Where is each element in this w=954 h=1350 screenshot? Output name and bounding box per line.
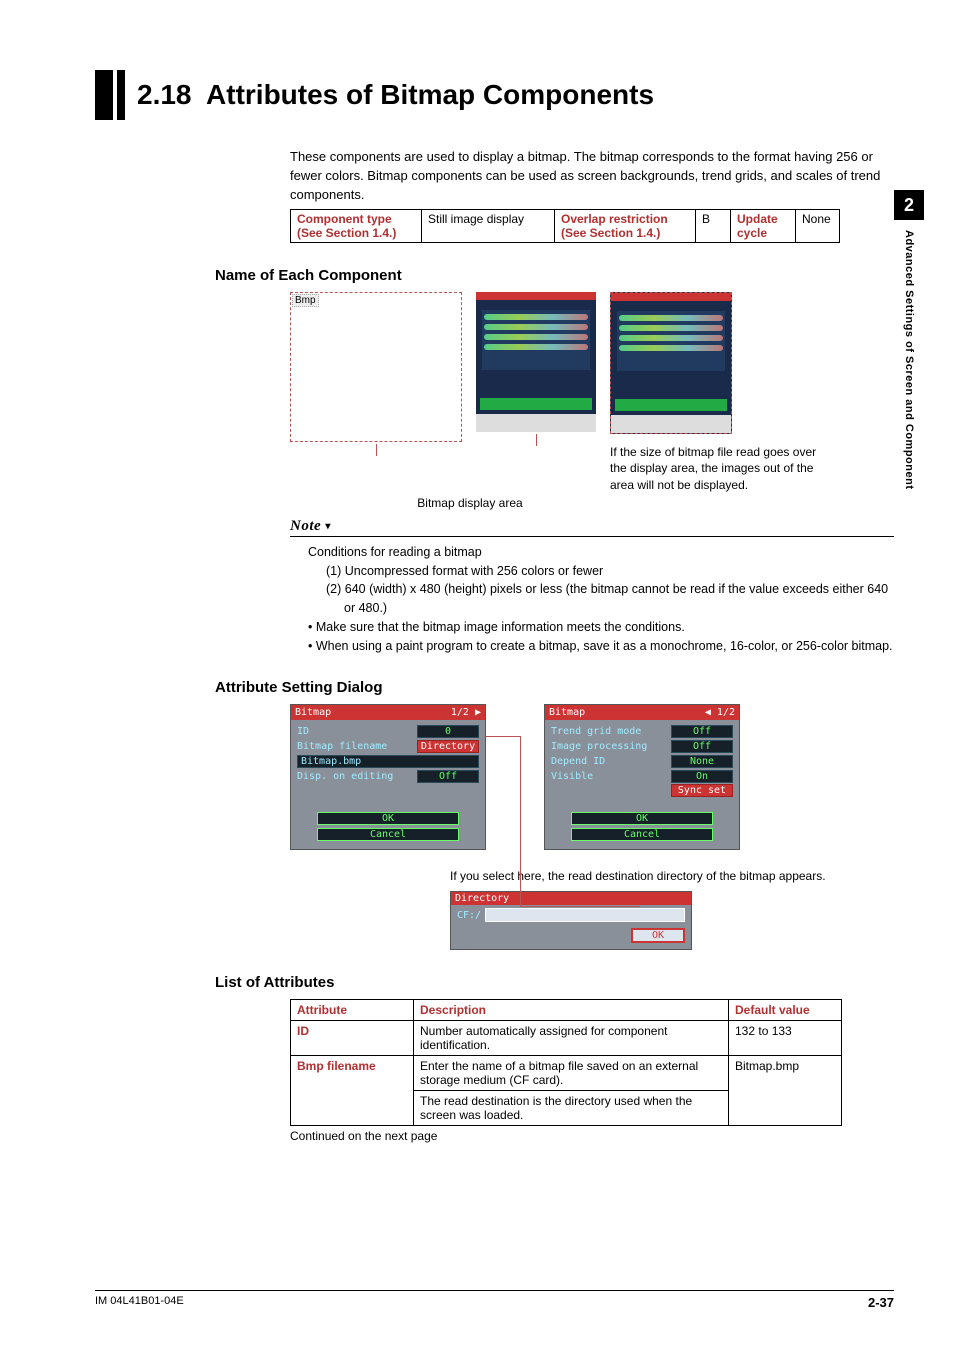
d2-ok-button[interactable]: OK bbox=[571, 812, 713, 825]
d1-cancel-button[interactable]: Cancel bbox=[317, 828, 459, 841]
note-heading: Note ▾ bbox=[290, 518, 894, 537]
dialog-directory: Directory CF:/ OK bbox=[450, 891, 692, 950]
note-bullet-2: • When using a paint program to create a… bbox=[308, 637, 894, 656]
dialog-row: Bitmap 1/2 ▶ ID 0 Bitmap filename Director… bbox=[290, 704, 894, 850]
note-line-1: Conditions for reading a bitmap bbox=[308, 543, 894, 562]
d1-disp-label: Disp. on editing bbox=[297, 771, 393, 782]
figure-screenshot-1 bbox=[476, 292, 596, 432]
section-title: Attributes of Bitmap Components bbox=[206, 79, 654, 110]
attr-row-default: 132 to 133 bbox=[729, 1021, 842, 1056]
d2-sync-button[interactable]: Sync set bbox=[671, 784, 733, 797]
subheading-list-attributes: List of Attributes bbox=[215, 974, 894, 991]
dialog1-title: Bitmap bbox=[295, 707, 331, 718]
info-c1-value: Still image display bbox=[422, 209, 555, 242]
section-heading: 2.18 Attributes of Bitmap Components bbox=[95, 70, 894, 120]
d2-cancel-button[interactable]: Cancel bbox=[571, 828, 713, 841]
d2-depend-value[interactable]: None bbox=[671, 755, 733, 768]
footer-doc-id: IM 04L41B01-04E bbox=[95, 1295, 184, 1310]
page-footer: IM 04L41B01-04E 2-37 bbox=[95, 1290, 894, 1310]
attr-row-default: Bitmap.bmp bbox=[729, 1056, 842, 1126]
note-item-1: (1) Uncompressed format with 256 colors … bbox=[326, 562, 894, 581]
component-info-table: Component type(See Section 1.4.) Still i… bbox=[290, 209, 840, 243]
attributes-table: Attribute Description Default value ID N… bbox=[290, 999, 842, 1126]
continued-note: Continued on the next page bbox=[290, 1129, 894, 1143]
dir-dlg-title: Directory bbox=[451, 892, 691, 905]
attr-row-name: ID bbox=[291, 1021, 414, 1056]
dialog2-title: Bitmap bbox=[549, 707, 585, 718]
chapter-number: 2 bbox=[894, 190, 924, 220]
d2-visible-value[interactable]: On bbox=[671, 770, 733, 783]
info-c1-label: Component type bbox=[297, 212, 392, 226]
note-label: Note bbox=[290, 518, 321, 534]
info-c3-label: Update cycle bbox=[737, 212, 778, 240]
dir-cf-label: CF:/ bbox=[457, 910, 481, 921]
d2-grid-value[interactable]: Off bbox=[671, 725, 733, 738]
dialog1-page: 1/2 ▶ bbox=[451, 707, 481, 718]
figure-side-note: If the size of bitmap file read goes ove… bbox=[610, 444, 830, 494]
directory-note: If you select here, the read destination… bbox=[450, 868, 894, 885]
d1-ok-button[interactable]: OK bbox=[317, 812, 459, 825]
figure-row: Bmp bbox=[290, 292, 894, 494]
figure-screenshot-2 bbox=[610, 292, 732, 434]
info-c2-see: (See Section 1.4.) bbox=[561, 226, 660, 240]
figure-bitmap-area: Bmp bbox=[290, 292, 462, 442]
info-c2-label: Overlap restriction bbox=[561, 212, 668, 226]
figure-caption: Bitmap display area bbox=[290, 496, 650, 510]
d2-proc-value[interactable]: Off bbox=[671, 740, 733, 753]
attr-row-desc: Enter the name of a bitmap file saved on… bbox=[414, 1056, 729, 1091]
d1-directory-button[interactable]: Directory bbox=[417, 740, 479, 753]
thumb-index: 2 Advanced Settings of Screen and Compon… bbox=[894, 190, 924, 489]
attr-row-desc: Number automatically assigned for compon… bbox=[414, 1021, 729, 1056]
attr-row-name: Bmp filename bbox=[291, 1056, 414, 1126]
attr-row-desc: The read destination is the directory us… bbox=[414, 1091, 729, 1126]
heading-ornament bbox=[95, 70, 125, 120]
note-bullet-1: • Make sure that the bitmap image inform… bbox=[308, 618, 894, 637]
dir-ok-button[interactable]: OK bbox=[631, 928, 685, 943]
d2-depend-label: Depend ID bbox=[551, 756, 605, 767]
note-item-2: (2) 640 (width) x 480 (height) pixels or… bbox=[326, 580, 894, 618]
d1-filename-field[interactable]: Bitmap.bmp bbox=[297, 755, 479, 768]
dialog-bitmap-1: Bitmap 1/2 ▶ ID 0 Bitmap filename Director… bbox=[290, 704, 486, 850]
subheading-name: Name of Each Component bbox=[215, 267, 894, 284]
attr-th-attribute: Attribute bbox=[291, 1000, 414, 1021]
dialog-bitmap-2: Bitmap ◀ 1/2 Trend grid mode Off Image pr… bbox=[544, 704, 740, 850]
d2-grid-label: Trend grid mode bbox=[551, 726, 641, 737]
dialog2-page: ◀ 1/2 bbox=[705, 707, 735, 718]
info-c1-see: (See Section 1.4.) bbox=[297, 226, 396, 240]
d1-id-value[interactable]: 0 bbox=[417, 725, 479, 738]
chapter-title: Advanced Settings of Screen and Componen… bbox=[903, 230, 915, 489]
d2-visible-label: Visible bbox=[551, 771, 593, 782]
dir-path-input[interactable] bbox=[485, 908, 685, 922]
info-c2-value: B bbox=[696, 209, 731, 242]
attr-th-description: Description bbox=[414, 1000, 729, 1021]
subheading-attribute-dialog: Attribute Setting Dialog bbox=[215, 679, 894, 696]
d1-file-label: Bitmap filename bbox=[297, 741, 387, 752]
d1-disp-value[interactable]: Off bbox=[417, 770, 479, 783]
section-number: 2.18 bbox=[137, 79, 192, 110]
d1-id-label: ID bbox=[297, 726, 309, 737]
d2-proc-label: Image processing bbox=[551, 741, 647, 752]
intro-paragraph: These components are used to display a b… bbox=[290, 148, 894, 205]
figure-tag: Bmp bbox=[292, 294, 319, 307]
note-body: Conditions for reading a bitmap (1) Unco… bbox=[290, 543, 894, 656]
attr-th-default: Default value bbox=[729, 1000, 842, 1021]
info-c3-value: None bbox=[796, 209, 840, 242]
footer-page-number: 2-37 bbox=[868, 1295, 894, 1310]
